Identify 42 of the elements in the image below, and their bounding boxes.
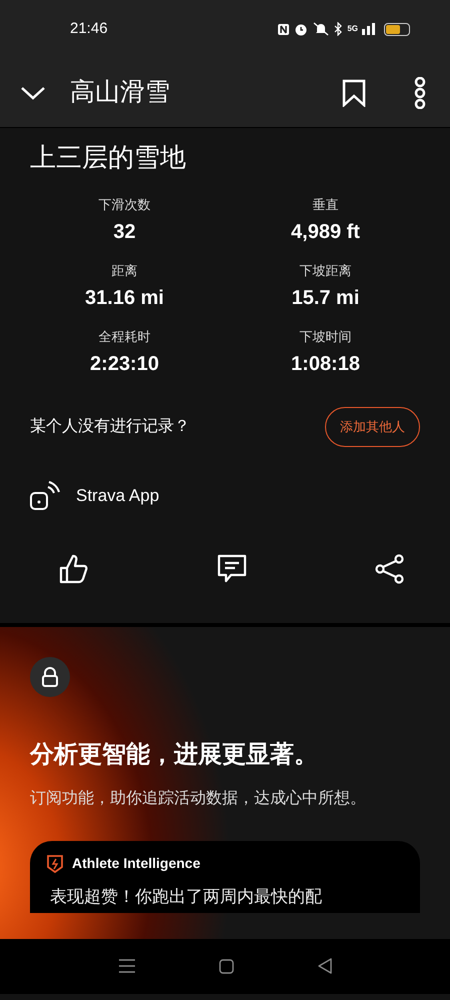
stat-label: 下坡距离: [300, 262, 352, 280]
stat-label: 下坡时间: [300, 328, 352, 346]
stat-value: 2:23:10: [90, 352, 159, 377]
stat-value: 31.16 mi: [85, 286, 164, 311]
add-others-button[interactable]: 添加其他人: [325, 407, 420, 446]
home-icon[interactable]: [218, 958, 234, 974]
nfc-icon: [277, 22, 290, 36]
signal-icon: [362, 23, 376, 35]
card-title: Athlete Intelligence: [72, 854, 200, 874]
stat-value: 15.7 mi: [292, 286, 360, 311]
prompt-text: 某个人没有进行记录？: [30, 416, 190, 437]
device-name: Strava App: [76, 484, 160, 507]
bookmark-icon[interactable]: [342, 78, 366, 106]
stat-label: 下滑次数: [98, 196, 150, 214]
stat-label: 垂直: [312, 196, 338, 214]
thumbs-up-icon[interactable]: [58, 552, 90, 584]
share-icon[interactable]: [374, 554, 406, 584]
back-icon[interactable]: [318, 958, 332, 974]
stat-value: 32: [113, 220, 136, 245]
network-label: 5G: [347, 23, 358, 35]
chevron-down-icon[interactable]: [20, 84, 46, 100]
stat-label: 距离: [112, 262, 138, 280]
device-signal-icon: [30, 480, 60, 510]
page-title: 高山滑雪: [70, 76, 170, 108]
stat-value: 1:08:18: [291, 352, 360, 377]
stat-label: 全程耗时: [98, 328, 150, 346]
shield-bolt-icon: [46, 854, 64, 874]
battery-icon: [384, 22, 410, 36]
more-options-icon[interactable]: [414, 76, 426, 108]
status-time: 21:46: [70, 18, 108, 39]
alarm-icon: [294, 22, 308, 36]
promo-description: 订阅功能，助你追踪活动数据，达成心中所想。: [30, 788, 367, 808]
bluetooth-icon: [334, 22, 344, 36]
insight-card[interactable]: Athlete Intelligence 表现超赞！你跑出了两周内最快的配: [30, 841, 420, 914]
menu-icon[interactable]: [118, 959, 134, 973]
promo-headline: 分析更智能，进展更显著。: [30, 740, 319, 770]
activity-title: 上三层的雪地: [29, 141, 187, 174]
comment-icon[interactable]: [216, 554, 248, 584]
stat-value: 4,989 ft: [291, 220, 360, 245]
card-text: 表现超赞！你跑出了两周内最快的配: [49, 886, 323, 908]
lock-icon: [30, 656, 70, 696]
muted-bell-icon: [312, 22, 330, 36]
